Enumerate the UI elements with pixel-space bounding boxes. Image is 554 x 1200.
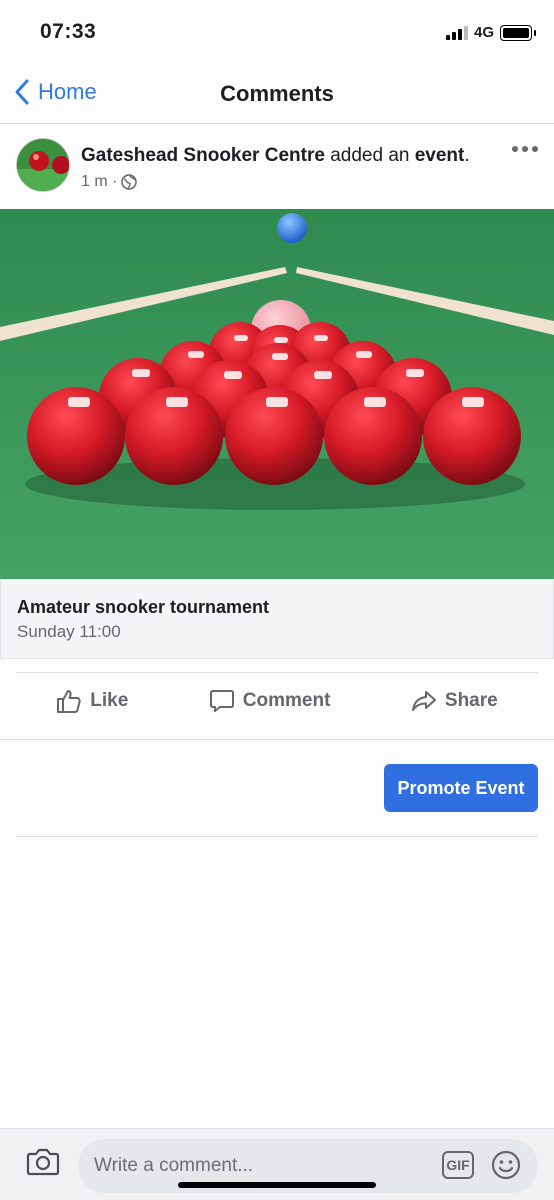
status-time: 07:33 bbox=[40, 20, 97, 43]
like-button[interactable]: Like bbox=[56, 688, 128, 714]
page-title: Comments bbox=[220, 81, 334, 106]
post-meta: 1 m · bbox=[81, 173, 138, 191]
status-bar: 07:33 4G bbox=[0, 0, 554, 66]
battery-icon bbox=[500, 24, 536, 41]
event-info-card[interactable]: Amateur snooker tournament Sunday 11:00 bbox=[0, 579, 554, 659]
post-object[interactable]: event bbox=[415, 145, 465, 166]
globe-icon bbox=[121, 174, 138, 190]
comment-bar: GIF bbox=[0, 1128, 554, 1200]
event-time: Sunday 11:00 bbox=[17, 622, 121, 641]
post-time[interactable]: 1 m · bbox=[81, 173, 117, 191]
status-icons: 4G bbox=[445, 24, 536, 41]
share-label: Share bbox=[444, 689, 498, 711]
comment-label: Comment bbox=[242, 689, 331, 711]
post-action-text: added an bbox=[324, 145, 415, 166]
signal-icon bbox=[445, 25, 468, 40]
comment-icon bbox=[209, 689, 234, 712]
divider bbox=[0, 739, 554, 740]
network-label: 4G bbox=[473, 24, 494, 41]
thumbs-up-icon bbox=[57, 689, 81, 713]
comment-button[interactable]: Comment bbox=[209, 688, 331, 714]
post-title: Gateshead Snooker Centre added an event. bbox=[81, 145, 470, 167]
event-image[interactable] bbox=[0, 209, 554, 579]
home-indicator bbox=[178, 1182, 376, 1188]
share-button[interactable]: Share bbox=[411, 688, 498, 714]
gif-icon[interactable]: GIF bbox=[442, 1151, 474, 1179]
post-actions: Like Comment Share bbox=[16, 672, 538, 728]
promote-event-button[interactable]: Promote Event bbox=[384, 764, 538, 812]
like-label: Like bbox=[90, 689, 129, 711]
post-punctuation: . bbox=[464, 145, 470, 166]
more-options-icon[interactable] bbox=[512, 146, 538, 152]
author-name[interactable]: Gateshead Snooker Centre bbox=[81, 145, 325, 166]
emoji-icon[interactable] bbox=[490, 1149, 522, 1181]
share-icon bbox=[411, 690, 436, 711]
event-name: Amateur snooker tournament bbox=[17, 597, 270, 617]
avatar[interactable] bbox=[16, 138, 70, 192]
nav-bar: Home Comments bbox=[0, 66, 554, 124]
divider bbox=[16, 836, 538, 837]
camera-icon[interactable] bbox=[26, 1147, 60, 1177]
post-header: Gateshead Snooker Centre added an event.… bbox=[0, 124, 554, 210]
